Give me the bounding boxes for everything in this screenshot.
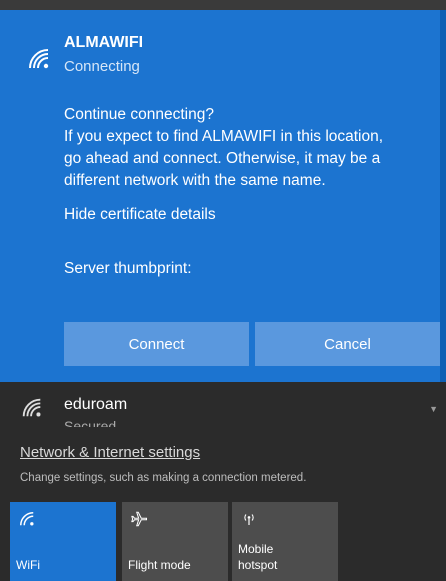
quick-action-wifi[interactable]: WiFi — [10, 502, 116, 581]
tile-label: Mobile hotspot — [238, 542, 278, 572]
network-list-item-eduroam[interactable]: eduroam — [64, 396, 127, 414]
connect-button[interactable]: Connect — [64, 322, 249, 366]
message-line: Continue connecting? — [64, 106, 214, 123]
message-line: different network with the same name. — [64, 172, 326, 189]
airplane-icon — [131, 511, 148, 527]
network-settings-link[interactable]: Network & Internet settings — [20, 444, 200, 461]
tile-label: WiFi — [16, 558, 40, 572]
server-thumbprint-label: Server thumbprint: — [64, 260, 192, 277]
network-settings-description: Change settings, such as making a connec… — [20, 472, 307, 484]
hide-certificate-details-link[interactable]: Hide certificate details — [64, 206, 216, 224]
cancel-button[interactable]: Cancel — [255, 322, 440, 366]
scroll-down-icon[interactable]: ▼ — [429, 404, 438, 414]
quick-action-flight-mode[interactable]: Flight mode — [122, 502, 228, 581]
quick-action-mobile-hotspot[interactable]: Mobile hotspot — [232, 502, 338, 581]
top-strip — [0, 0, 446, 10]
network-status: Connecting — [64, 58, 140, 75]
network-status: Secured — [64, 418, 117, 427]
network-name: ALMAWIFI — [64, 34, 144, 51]
connection-message: Continue connecting? If you expect to fi… — [64, 104, 434, 192]
wifi-icon — [22, 398, 41, 417]
message-line: If you expect to find ALMAWIFI in this l… — [64, 128, 384, 145]
tile-label: Flight mode — [128, 558, 191, 572]
wifi-icon — [29, 49, 49, 69]
wifi-icon — [20, 512, 34, 526]
message-line: go ahead and connect. Otherwise, it may … — [64, 150, 381, 167]
hotspot-icon — [244, 514, 254, 525]
panel-edge — [440, 10, 446, 382]
